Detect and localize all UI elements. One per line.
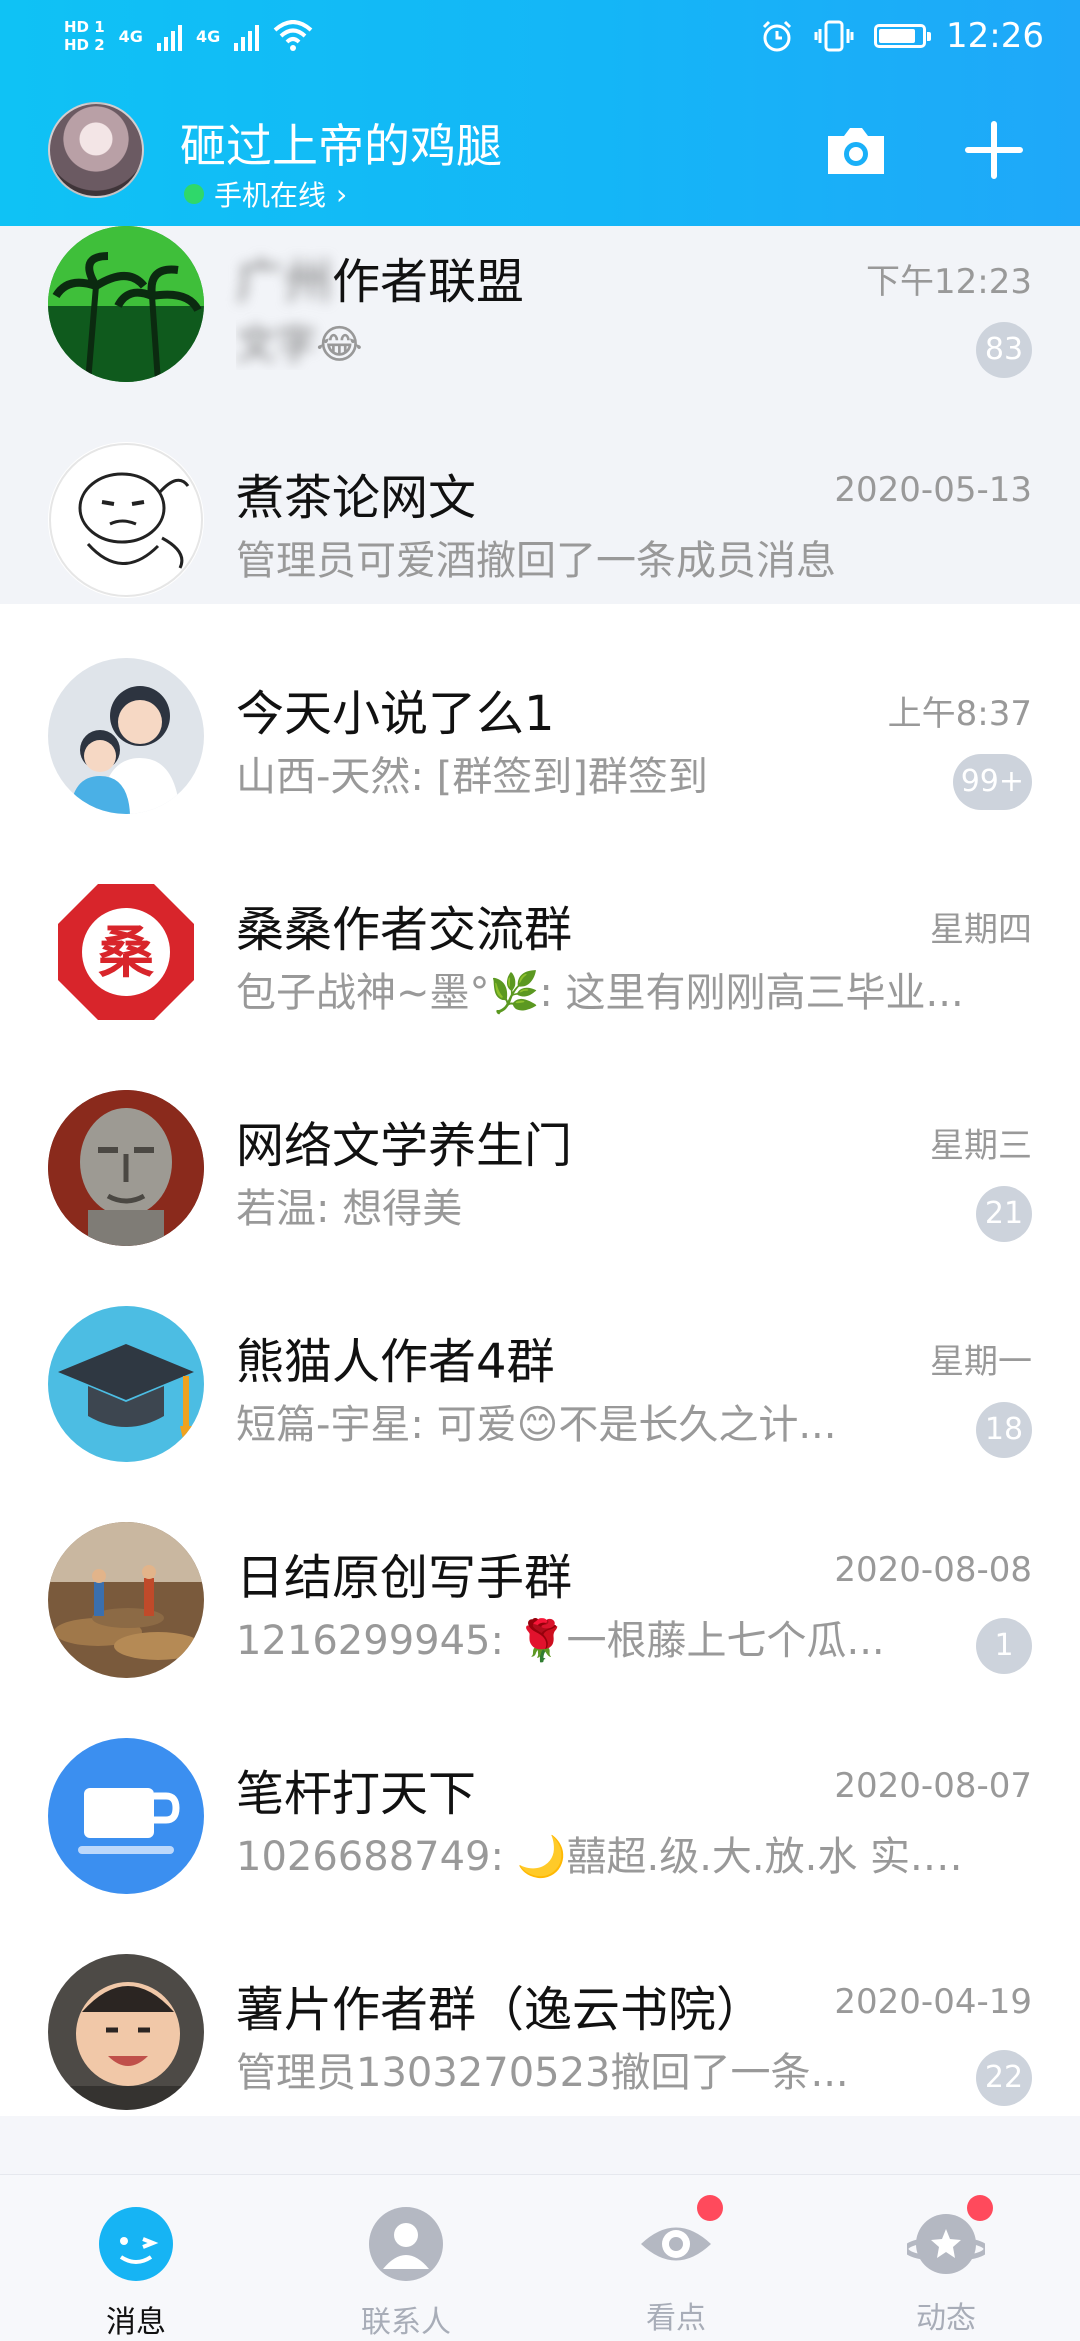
online-status[interactable]: 手机在线 › bbox=[184, 174, 347, 214]
bottom-tab-bar: 消息 联系人 看点 动态 bbox=[0, 2174, 1080, 2341]
chat-row-bigan[interactable]: 笔杆打天下 2020-08-07 1026688749: 🌙囍超.级.大.放.水… bbox=[0, 1684, 1080, 1900]
preview-emoji: 😂 bbox=[316, 322, 363, 368]
tab-label: 消息 bbox=[106, 2305, 166, 2340]
chat-preview: 1216299945: 🌹一根藤上七个瓜... bbox=[236, 1618, 885, 1664]
coins-avatar bbox=[48, 1522, 204, 1678]
tab-label: 看点 bbox=[646, 2301, 706, 2336]
signal2-icon bbox=[234, 21, 260, 51]
chat-row-wangluo[interactable]: 网络文学养生门 星期三 若温: 想得美 21 bbox=[0, 1036, 1080, 1252]
chat-time: 星期一 bbox=[930, 1342, 1032, 1382]
chat-title: 煮茶论网文 bbox=[236, 470, 477, 526]
chat-list[interactable]: 广州作者联盟 下午12:23 文字😂 83 煮茶论网文 2020-05-13 管… bbox=[0, 226, 1080, 2128]
tab-label: 联系人 bbox=[361, 2305, 451, 2340]
chat-title: 薯片作者群（逸云书院） bbox=[236, 1982, 765, 2038]
tab-label: 动态 bbox=[916, 2301, 976, 2336]
camera-icon[interactable] bbox=[824, 118, 888, 182]
chat-preview: 山西-天然: [群签到]群签到 bbox=[236, 754, 708, 800]
chat-time: 上午8:37 bbox=[887, 694, 1032, 734]
chat-row-zuozhe-lianmeng[interactable]: 广州作者联盟 下午12:23 文字😂 83 bbox=[0, 226, 1080, 388]
chat-title: 熊猫人作者4群 bbox=[236, 1334, 555, 1390]
status-right: 12:26 bbox=[760, 10, 1044, 62]
online-status-label: 手机在线 bbox=[214, 179, 327, 212]
chat-title: 今天小说了么1 bbox=[236, 686, 555, 742]
family-avatar bbox=[48, 658, 204, 814]
stone-statue-avatar bbox=[48, 1090, 204, 1246]
chat-time: 2020-08-08 bbox=[834, 1550, 1032, 1590]
chat-time: 2020-04-19 bbox=[834, 1982, 1032, 2022]
net2-label: 4G bbox=[195, 26, 221, 46]
signal-indicators: HD 1 HD 2 4G 4G bbox=[64, 8, 313, 64]
net1-label: 4G bbox=[118, 26, 143, 46]
unread-badge: 1 bbox=[976, 1618, 1032, 1674]
hd1-label: HD 1 bbox=[64, 18, 105, 36]
plus-icon[interactable] bbox=[962, 118, 1026, 182]
blurred-prefix: 广州 bbox=[236, 254, 333, 310]
chat-time: 2020-08-07 bbox=[834, 1766, 1032, 1806]
chat-row-jintian[interactable]: 今天小说了么1 上午8:37 山西-天然: [群签到]群签到 99+ bbox=[0, 604, 1080, 820]
battery-icon bbox=[874, 24, 932, 48]
unread-badge: 18 bbox=[976, 1402, 1032, 1458]
chat-preview: 短篇-宇星: 可爱😊不是长久之计... bbox=[236, 1402, 837, 1448]
chat-time: 星期三 bbox=[930, 1126, 1032, 1166]
profile-avatar[interactable] bbox=[48, 102, 144, 198]
chat-bubble-icon bbox=[99, 2207, 173, 2281]
status-bar: HD 1 HD 2 4G 4G 12:26 bbox=[0, 0, 1080, 72]
clock: 12:26 bbox=[946, 16, 1044, 56]
new-dot-icon bbox=[967, 2195, 993, 2221]
palm-trees-avatar bbox=[48, 226, 204, 382]
unread-badge: 21 bbox=[976, 1186, 1032, 1242]
chat-title: 网络文学养生门 bbox=[236, 1118, 573, 1174]
star-planet-icon-wrap bbox=[903, 2195, 993, 2283]
chat-preview: 文字😂 bbox=[236, 312, 976, 370]
svg-text:桑: 桑 bbox=[98, 921, 154, 986]
cartoon-face-avatar bbox=[48, 442, 204, 598]
wifi-icon bbox=[273, 20, 313, 51]
cup-avatar bbox=[48, 1738, 204, 1894]
vibrate-icon bbox=[814, 20, 854, 52]
unread-badge: 22 bbox=[976, 2050, 1032, 2106]
chat-title: 桑桑作者交流群 bbox=[236, 902, 573, 958]
chat-title: 日结原创写手群 bbox=[236, 1550, 573, 1606]
chat-preview: 管理员1303270523撤回了一条... bbox=[236, 2050, 849, 2096]
hd-labels: HD 1 HD 2 bbox=[64, 18, 105, 54]
alarm-icon bbox=[762, 20, 792, 52]
chat-preview: 1026688749: 🌙囍超.级.大.放.水 实.测... bbox=[236, 1834, 976, 1880]
tab-contacts[interactable]: 联系人 bbox=[306, 2193, 506, 2340]
chat-time: 星期四 bbox=[930, 910, 1032, 950]
tab-kandian[interactable]: 看点 bbox=[576, 2193, 776, 2336]
signal1-icon bbox=[156, 21, 182, 51]
tab-dongtai[interactable]: 动态 bbox=[846, 2193, 1046, 2336]
contacts-icon bbox=[369, 2207, 443, 2281]
blurred-preview: 文字 bbox=[236, 322, 316, 368]
chat-title: 笔杆打天下 bbox=[236, 1766, 477, 1822]
chat-title: 广州作者联盟 bbox=[236, 242, 524, 312]
chat-title-text: 作者联盟 bbox=[332, 254, 525, 310]
chat-preview: 管理员可爱酒撤回了一条成员消息 bbox=[236, 538, 836, 584]
chat-row-sangsang[interactable]: 桑 桑桑作者交流群 星期四 包子战神~墨°🌿: 这里有刚刚高三毕业... bbox=[0, 820, 1080, 1036]
chat-preview: 若温: 想得美 bbox=[236, 1186, 463, 1232]
sang-logo-avatar: 桑 bbox=[48, 874, 204, 1030]
unread-badge: 83 bbox=[976, 322, 1032, 378]
baby-photo-avatar bbox=[48, 1954, 204, 2110]
graduation-cap-avatar bbox=[48, 1306, 204, 1462]
chat-row-shupian[interactable]: 薯片作者群（逸云书院） 2020-04-19 管理员1303270523撤回了一… bbox=[0, 1900, 1080, 2116]
tab-messages[interactable]: 消息 bbox=[36, 2193, 236, 2340]
chat-row-xiongmao[interactable]: 熊猫人作者4群 星期一 短篇-宇星: 可爱😊不是长久之计... 18 bbox=[0, 1252, 1080, 1468]
chat-time: 2020-05-13 bbox=[834, 470, 1032, 510]
chevron-right-icon: › bbox=[336, 177, 348, 211]
online-dot-icon bbox=[184, 184, 204, 204]
unread-badge: 99+ bbox=[952, 754, 1032, 810]
top-header: HD 1 HD 2 4G 4G 12:26 砸过上帝的鸡腿 手机在线 › bbox=[0, 0, 1080, 226]
hd2-label: HD 2 bbox=[64, 36, 105, 54]
chat-preview: 包子战神~墨°🌿: 这里有刚刚高三毕业... bbox=[236, 970, 964, 1016]
new-dot-icon bbox=[697, 2195, 723, 2221]
chat-row-rijie[interactable]: 日结原创写手群 2020-08-08 1216299945: 🌹一根藤上七个瓜.… bbox=[0, 1468, 1080, 1684]
profile-name[interactable]: 砸过上帝的鸡腿 bbox=[180, 110, 502, 176]
chat-row-zhucha[interactable]: 煮茶论网文 2020-05-13 管理员可爱酒撤回了一条成员消息 bbox=[0, 388, 1080, 604]
eye-icon-wrap bbox=[637, 2195, 723, 2283]
chat-time: 下午12:23 bbox=[866, 262, 1032, 302]
